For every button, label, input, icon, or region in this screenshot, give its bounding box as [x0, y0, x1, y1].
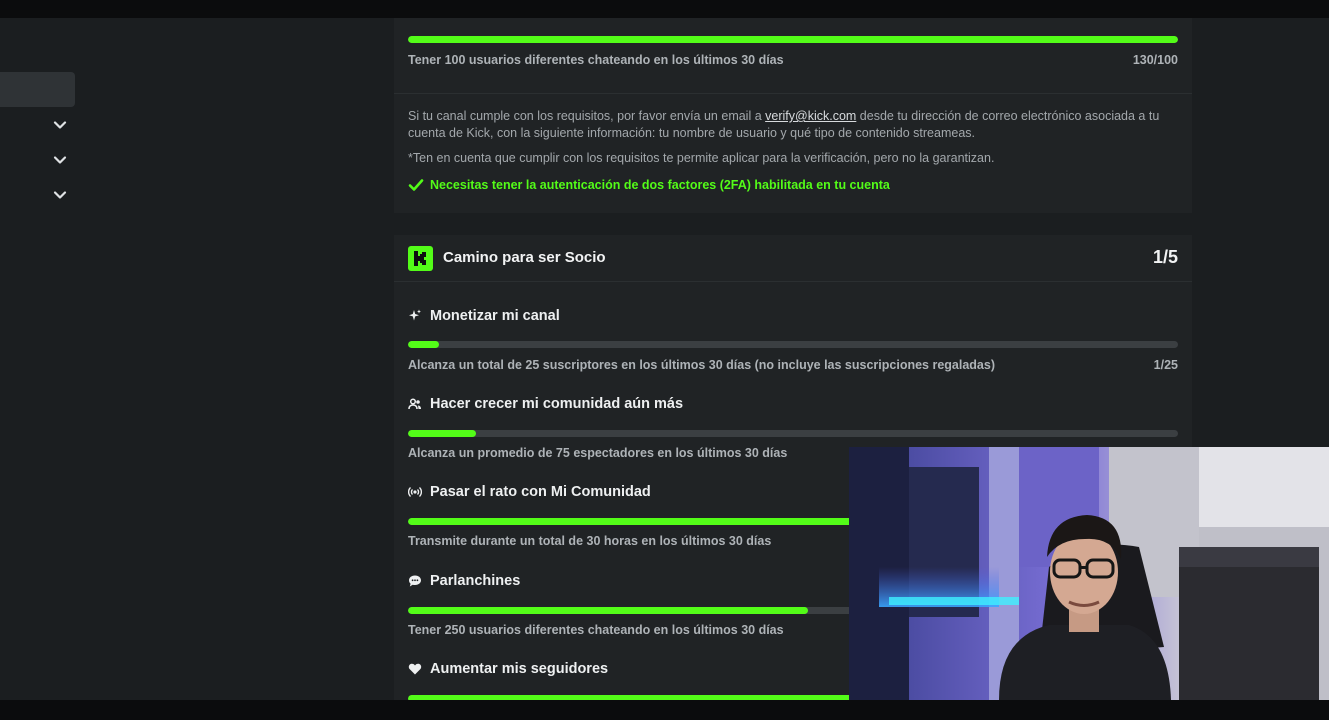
- chevron-down-icon[interactable]: [52, 187, 68, 203]
- divider: [394, 281, 1192, 282]
- verify-email-link[interactable]: verify@kick.com: [765, 109, 856, 123]
- partner-count: 1/5: [1152, 247, 1178, 267]
- progress-fill: [408, 430, 476, 437]
- chevron-down-icon[interactable]: [52, 152, 68, 168]
- partner-title: Camino para ser Socio: [443, 249, 606, 266]
- requirement-text: Alcanza un promedio de 75 espectadores e…: [408, 446, 788, 460]
- sidebar-item-selected[interactable]: [0, 72, 75, 107]
- chevron-down-icon[interactable]: [52, 117, 68, 133]
- check-icon: [408, 179, 424, 191]
- top-bar: [0, 0, 1329, 18]
- info-prefix: Si tu canal cumple con los requisitos, p…: [408, 109, 766, 123]
- webcam-overlay: [849, 447, 1329, 700]
- section-title: Parlanchines: [430, 573, 521, 589]
- section-grow-followers: Aumentar mis seguidores: [408, 661, 608, 677]
- heart-icon: [408, 663, 422, 675]
- 2fa-requirement: Necesitas tener la autenticación de dos …: [408, 178, 890, 192]
- section-title: Aumentar mis seguidores: [430, 661, 609, 677]
- requirement-text: Tener 100 usuarios diferentes chateando …: [408, 53, 784, 67]
- verification-card: Tener 100 usuarios diferentes chateando …: [394, 18, 1192, 213]
- section-title: Monetizar mi canal: [430, 308, 560, 324]
- section-monetize: Monetizar mi canal: [408, 308, 560, 324]
- section-hang-out: Pasar el rato con Mi Comunidad: [408, 484, 651, 500]
- section-title: Hacer crecer mi comunidad aún más: [430, 396, 684, 412]
- progress-fill: [408, 341, 439, 348]
- chat-bubble-icon: [409, 575, 421, 587]
- progress-fill: [408, 607, 809, 614]
- verification-info: Si tu canal cumple con los requisitos, p…: [408, 108, 1178, 142]
- requirement-count: 130/100: [1132, 53, 1178, 67]
- section-chatters: Parlanchines: [408, 573, 520, 589]
- progress-fill: [408, 36, 1178, 43]
- section-title: Pasar el rato con Mi Comunidad: [430, 484, 651, 500]
- progress-bar: [408, 430, 1178, 437]
- broadcast-icon: [408, 487, 422, 497]
- sparkle-icon: [409, 309, 421, 321]
- requirement-text: Alcanza un total de 25 suscriptores en l…: [408, 358, 995, 372]
- verification-note: *Ten en cuenta que cumplir con los requi…: [408, 151, 995, 165]
- kick-logo-icon: [408, 246, 433, 271]
- requirement-text: Tener 250 usuarios diferentes chateando …: [408, 623, 784, 637]
- requirement-count: 1/25: [1153, 358, 1178, 372]
- requirement-text: Transmite durante un total de 30 horas e…: [408, 534, 772, 548]
- 2fa-text: Necesitas tener la autenticación de dos …: [430, 178, 890, 192]
- divider: [394, 93, 1192, 94]
- section-grow-community: Hacer crecer mi comunidad aún más: [408, 396, 683, 412]
- settings-page: Tener 100 usuarios diferentes chateando …: [0, 18, 1329, 700]
- users-icon: [408, 398, 421, 410]
- bottom-bar: [0, 700, 1329, 720]
- progress-bar: [408, 36, 1178, 43]
- progress-bar: [408, 341, 1178, 348]
